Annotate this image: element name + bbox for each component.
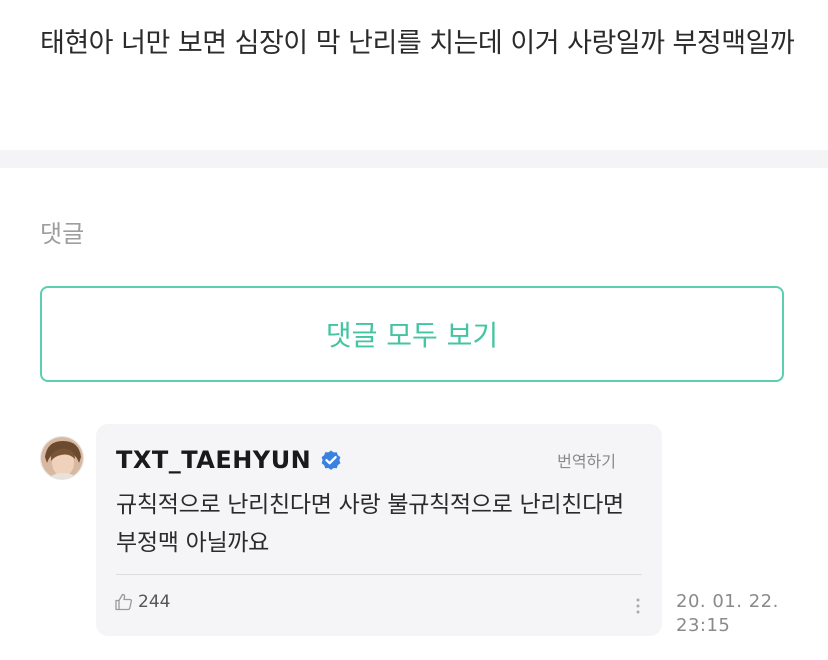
like-count: 244 — [138, 592, 171, 612]
avatar-image — [41, 437, 83, 479]
comment-separator — [116, 574, 642, 575]
section-divider — [0, 150, 828, 168]
thumbs-up-icon — [115, 593, 132, 611]
comment-author-name: TXT_TAEHYUN — [116, 446, 312, 474]
verified-badge-icon — [321, 450, 341, 470]
translate-link[interactable]: 번역하기 — [557, 448, 616, 472]
avatar[interactable] — [40, 436, 84, 480]
comment-body: 규칙적으로 난리친다면 사랑 불규칙적으로 난리친다면 부정맥 아닐까요 — [116, 492, 624, 556]
view-all-comments-button[interactable]: 댓글 모두 보기 — [40, 286, 784, 382]
like-button[interactable]: 244 — [114, 592, 170, 612]
comment-time: 23:15 — [676, 615, 731, 636]
comments-heading: 댓글 — [40, 220, 85, 248]
comment-date: 20. 01. 22. — [676, 591, 779, 612]
comment-author[interactable]: TXT_TAEHYUN — [116, 446, 343, 474]
vertical-ellipsis-icon[interactable] — [632, 596, 644, 616]
comment-card: TXT_TAEHYUN 번역하기 규칙적으로 난리친다면 사랑 불규칙적으로 난… — [96, 424, 662, 636]
comment-timestamp: 20. 01. 22. 23:15 — [676, 590, 779, 638]
post-text: 태현아 너만 보면 심장이 막 난리를 치는데 이거 사랑일까 부정맥일까 — [40, 28, 795, 59]
